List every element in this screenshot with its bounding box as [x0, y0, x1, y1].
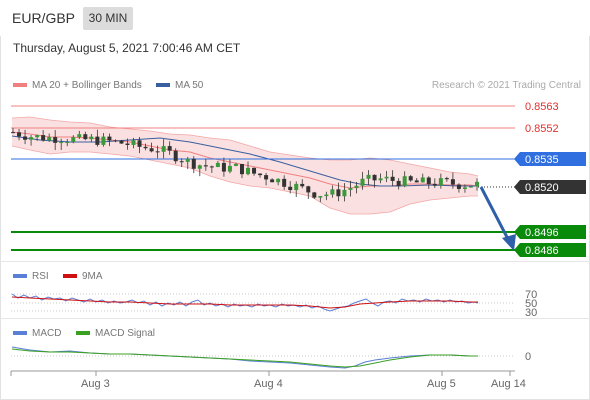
candle-down: [270, 179, 275, 183]
candle-down: [390, 176, 395, 181]
rsi-label-30: 30: [525, 307, 537, 319]
candle-up: [468, 186, 473, 188]
candle-down: [444, 178, 449, 180]
candle-down: [179, 161, 184, 163]
candle-up: [475, 181, 479, 187]
candle-up: [35, 135, 40, 138]
candle-down: [408, 176, 413, 181]
last-price-label: 0.8520: [525, 182, 559, 194]
candle-down: [119, 140, 124, 144]
candle-down: [282, 178, 287, 187]
candle-up: [366, 174, 371, 179]
candle-down: [450, 179, 455, 185]
candle-up: [348, 188, 353, 190]
chart-canvas[interactable]: 0.8563 0.8552 0.8535 0.8520 0.8496 0.848…: [0, 0, 590, 400]
rsi-line: [11, 293, 479, 312]
support-2-label: 0.8486: [525, 245, 559, 257]
candle-down: [167, 146, 172, 151]
candle-down: [456, 184, 461, 189]
candle-up: [324, 194, 329, 197]
candle-down: [191, 158, 196, 169]
candle-down: [155, 151, 160, 153]
candle-down: [300, 183, 305, 187]
candle-down: [95, 136, 100, 145]
candle-up: [438, 178, 443, 186]
candle-up: [131, 140, 136, 145]
candle-down: [23, 136, 28, 140]
candle-up: [47, 137, 52, 141]
candle-down: [107, 136, 112, 141]
candle-down: [239, 164, 244, 175]
candle-down: [336, 189, 341, 197]
candle-down: [396, 180, 401, 187]
candle-down: [426, 177, 431, 184]
candle-down: [83, 134, 88, 140]
candle-up: [420, 177, 425, 183]
candle-up: [77, 134, 82, 138]
candle-down: [258, 173, 263, 176]
candle-up: [71, 137, 76, 143]
x-label-aug4: Aug 4: [254, 378, 283, 390]
forecast-arrow-head: [502, 234, 516, 251]
pivot-label: 0.8535: [525, 154, 559, 166]
candle-up: [342, 189, 347, 197]
candle-up: [197, 165, 202, 169]
candle-down: [173, 150, 178, 162]
candle-up: [233, 164, 238, 166]
candle-down: [113, 140, 118, 142]
candle-down: [432, 183, 437, 186]
candle-up: [215, 162, 220, 167]
candle-down: [125, 143, 130, 145]
candle-up: [246, 167, 251, 175]
candle-up: [330, 189, 335, 195]
candle-down: [288, 186, 293, 191]
resistance-1-label: 0.8552: [525, 123, 559, 135]
candle-up: [318, 196, 323, 198]
candle-down: [41, 135, 46, 141]
candle-down: [149, 148, 154, 152]
candle-down: [372, 174, 377, 181]
x-label-aug3: Aug 3: [81, 378, 110, 390]
candle-down: [312, 192, 317, 198]
candle-up: [89, 136, 94, 140]
candle-up: [360, 178, 365, 186]
rsi-ma-line: [11, 296, 478, 309]
candle-up: [384, 176, 389, 179]
candle-down: [203, 165, 208, 167]
candle-down: [306, 186, 311, 193]
candle-down: [17, 132, 22, 137]
candle-up: [227, 165, 232, 172]
candle-up: [354, 185, 359, 189]
candle-down: [53, 137, 58, 143]
candle-up: [29, 137, 34, 140]
resistance-2-label: 0.8563: [525, 101, 559, 113]
candle-up: [294, 183, 299, 191]
x-label-aug5: Aug 5: [427, 378, 456, 390]
support-1-label: 0.8496: [525, 227, 559, 239]
candle-up: [101, 136, 106, 145]
candle-down: [209, 166, 214, 168]
candle-up: [276, 178, 281, 183]
candle-up: [378, 178, 383, 181]
candle-down: [143, 146, 148, 149]
candle-down: [264, 175, 269, 180]
candle-up: [59, 142, 64, 144]
candle-down: [11, 132, 15, 134]
candle-up: [402, 176, 407, 187]
candle-up: [185, 158, 190, 162]
candle-down: [414, 180, 419, 183]
candle-up: [462, 187, 467, 189]
macd-zero-label: 0: [525, 351, 531, 363]
candle-down: [252, 167, 257, 174]
candle-down: [137, 140, 142, 147]
candle-down: [221, 162, 226, 172]
candle-up: [161, 146, 166, 152]
x-label-aug14: Aug 14: [491, 378, 526, 390]
candle-up: [65, 142, 70, 144]
